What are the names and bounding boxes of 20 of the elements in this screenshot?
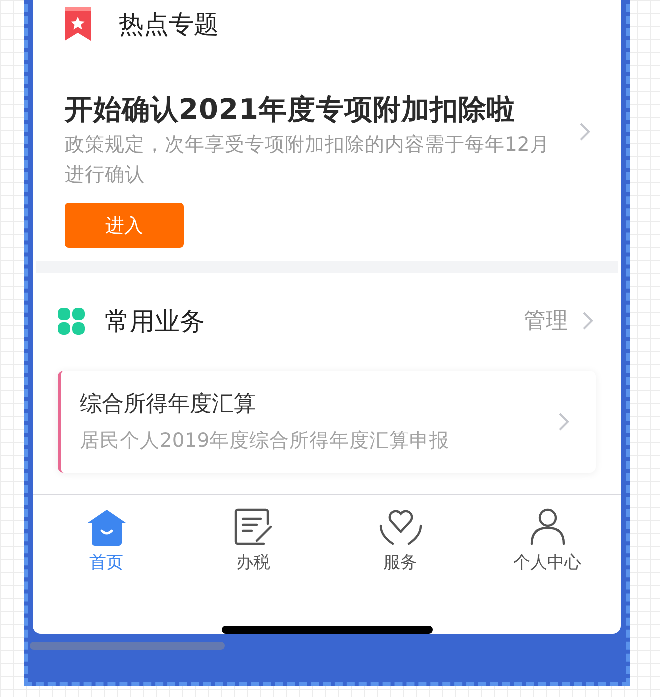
chevron-icon: [558, 412, 570, 432]
tab[interactable]: 个人中心: [474, 506, 621, 574]
home-icon: [88, 510, 126, 546]
chevron-icon: [582, 311, 594, 331]
card-title: 综合所得年度汇算: [80, 391, 257, 419]
headline: 开始确认2021年度专项附加扣除啦: [65, 92, 516, 128]
clover-icon: [58, 308, 85, 334]
chevron-icon: [579, 122, 591, 142]
bookmark-icon: [65, 7, 91, 41]
heart-hands-icon: [378, 508, 422, 546]
tab[interactable]: 首页: [33, 506, 180, 574]
section-title: 常用业务: [105, 306, 206, 338]
card-subtitle: 居民个人2019年度综合所得年度汇算申报: [80, 428, 451, 454]
section-title: 热点专题: [119, 8, 219, 40]
person-icon: [528, 508, 566, 546]
description: 政策规定，次年享受专项附加扣除的内容需于每年12月进行确认: [65, 132, 551, 188]
document-pen-icon: [234, 508, 274, 546]
tab[interactable]: 服务: [327, 506, 474, 574]
tab[interactable]: 办税: [180, 506, 327, 574]
service-card[interactable]: 综合所得年度汇算 居民个人2019年度综合所得年度汇算申报: [58, 371, 596, 473]
